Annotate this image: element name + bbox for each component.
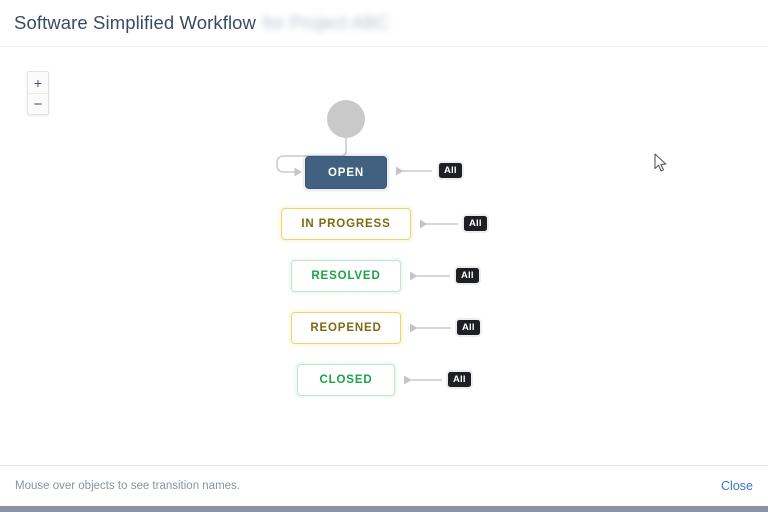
status-node-resolved[interactable]: RESOLVED [291, 260, 401, 292]
footer-accent-strip [0, 506, 768, 512]
page-title-redacted-project: for Project ABC [263, 12, 390, 33]
status-node-resolved-label: RESOLVED [311, 270, 381, 282]
page-title: Software Simplified Workflow [14, 12, 257, 33]
transition-badge-in-progress[interactable]: All [464, 216, 487, 231]
status-node-in-progress-label: IN PROGRESS [301, 218, 391, 230]
transition-badge-reopened[interactable]: All [457, 320, 480, 335]
status-node-reopened-label: REOPENED [310, 322, 382, 334]
workflow-connectors [276, 100, 458, 385]
transition-badge-closed[interactable]: All [448, 372, 471, 387]
zoom-controls: + − [27, 71, 49, 115]
status-node-closed-label: CLOSED [319, 374, 373, 386]
status-node-closed[interactable]: CLOSED [297, 364, 395, 396]
transition-badge-resolved-label: All [461, 270, 474, 281]
dialog-footer: Mouse over objects to see transition nam… [0, 465, 768, 506]
status-node-reopened[interactable]: REOPENED [291, 312, 401, 344]
zoom-in-button[interactable]: + [28, 72, 48, 93]
transition-badge-resolved[interactable]: All [456, 268, 479, 283]
transition-badge-in-progress-label: All [469, 218, 482, 229]
transition-badge-reopened-label: All [462, 322, 475, 333]
zoom-out-button[interactable]: − [28, 93, 48, 114]
status-node-open[interactable]: OPEN [305, 156, 387, 189]
transition-badge-open[interactable]: All [439, 163, 462, 178]
workflow-canvas[interactable]: + − OPEN IN PROGRESS RESOLVED REOPENED C… [0, 47, 768, 465]
status-node-in-progress[interactable]: IN PROGRESS [281, 208, 411, 240]
status-node-open-label: OPEN [328, 166, 364, 179]
close-link[interactable]: Close [721, 479, 753, 493]
transition-badge-closed-label: All [453, 374, 466, 385]
workflow-viewer-dialog: Software Simplified Workflow for Project… [0, 0, 768, 512]
dialog-header: Software Simplified Workflow for Project… [0, 0, 768, 47]
start-circle [327, 100, 365, 138]
footer-hint-text: Mouse over objects to see transition nam… [15, 480, 241, 492]
transition-badge-open-label: All [444, 165, 457, 176]
